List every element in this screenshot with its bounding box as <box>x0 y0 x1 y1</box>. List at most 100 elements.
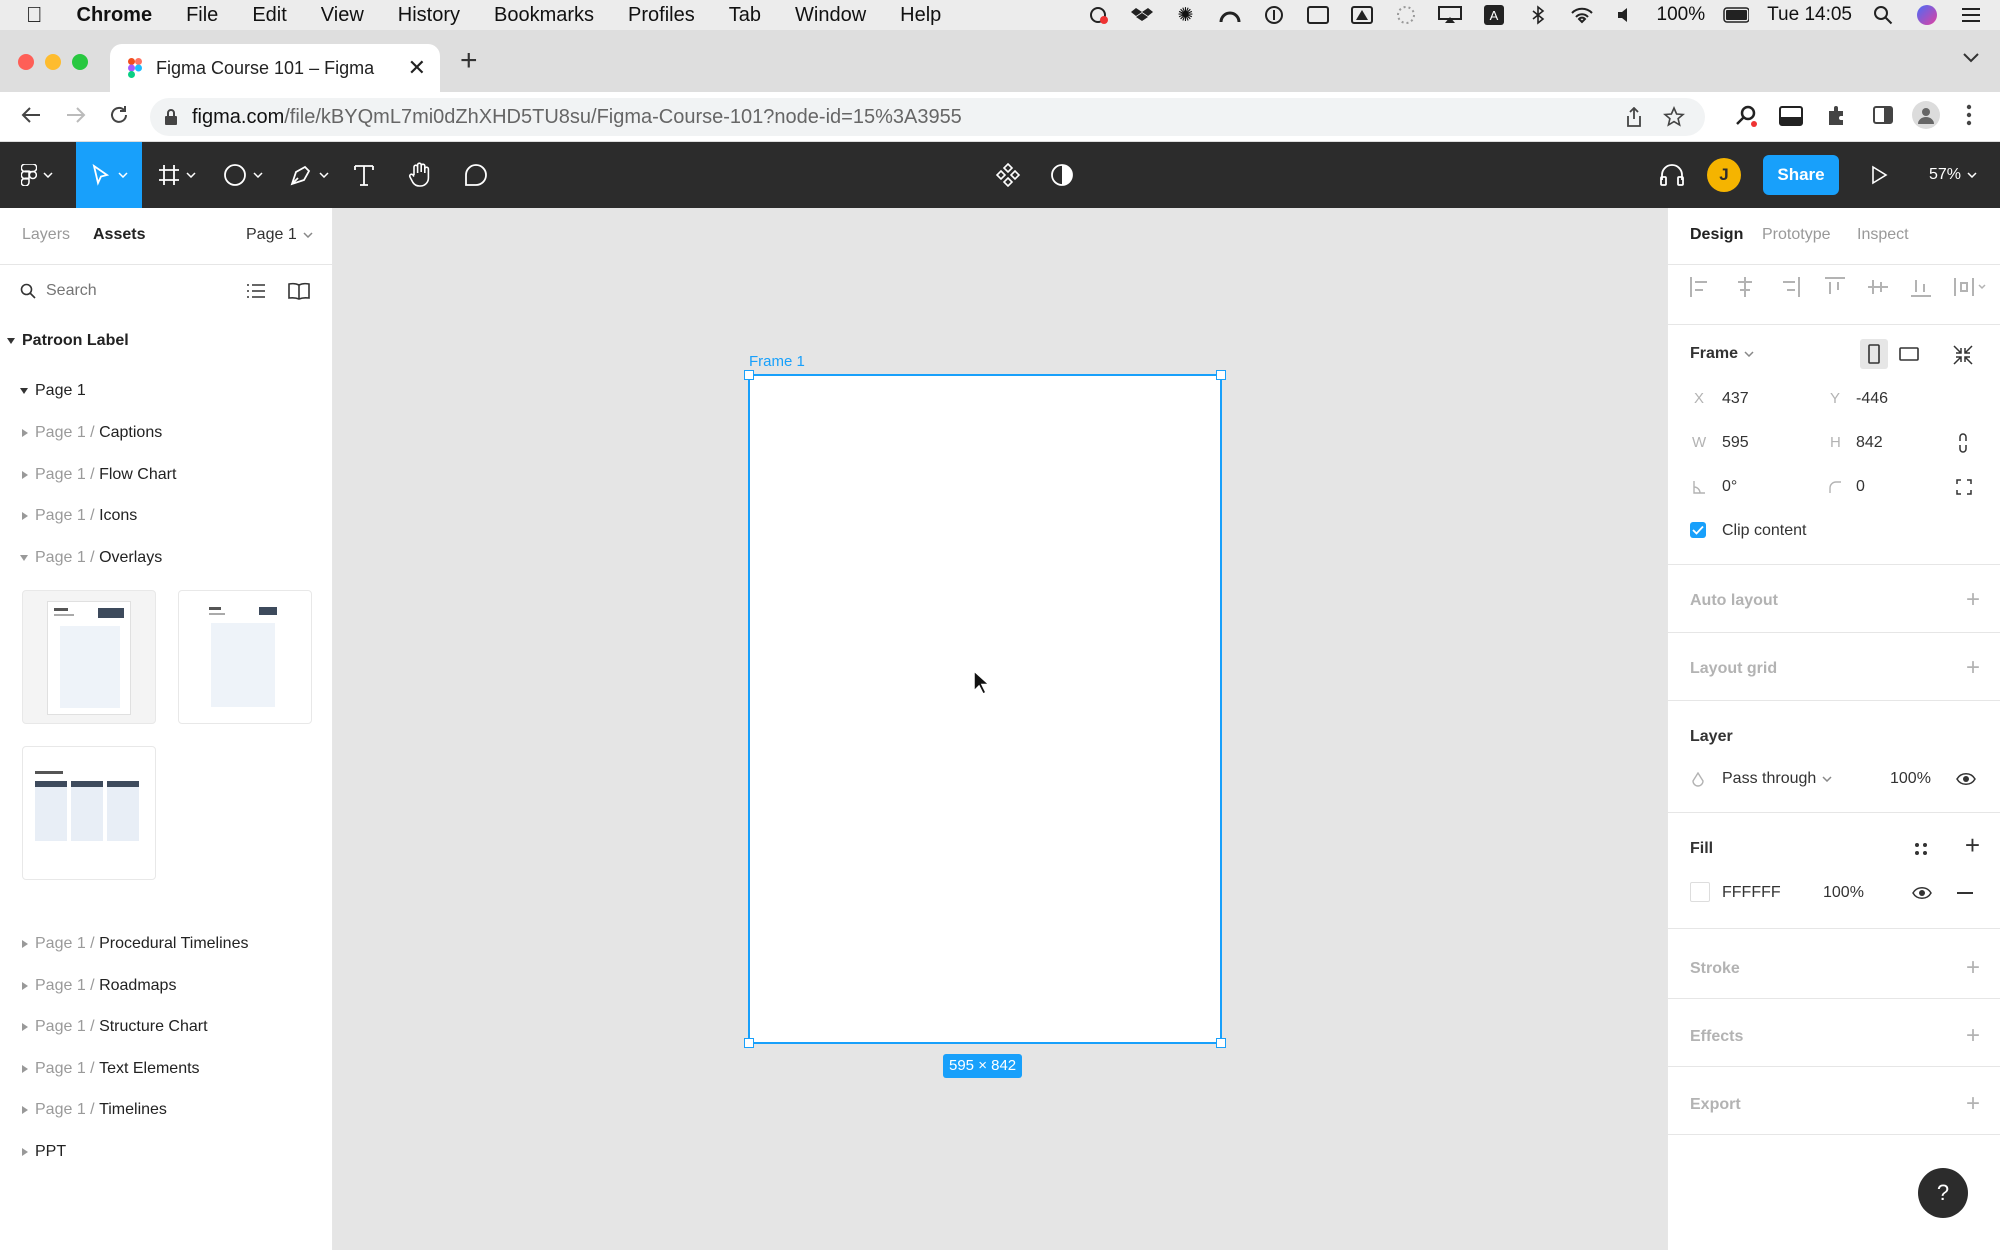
volume-icon[interactable] <box>1613 4 1639 26</box>
share-button[interactable]: Share <box>1763 155 1839 195</box>
browser-tab[interactable]: Figma Course 101 – Figma ✕ <box>110 44 440 92</box>
user-avatar-button[interactable]: J <box>1707 142 1741 208</box>
library-header[interactable]: Patroon Label <box>6 321 129 361</box>
tree-item-roadmaps[interactable]: Page 1 / Roadmaps <box>21 966 176 1006</box>
blend-mode-dropdown[interactable]: Pass through <box>1722 770 1832 788</box>
resize-handle[interactable] <box>744 1038 754 1048</box>
independent-corners-icon[interactable] <box>1956 479 1972 495</box>
apple-icon[interactable]:  <box>26 2 43 28</box>
tab-prototype[interactable]: Prototype <box>1762 226 1830 244</box>
tree-item-timelines[interactable]: Page 1 / Timelines <box>21 1090 167 1130</box>
frame-type-dropdown[interactable]: Frame <box>1690 345 1754 363</box>
reload-icon[interactable] <box>108 104 130 126</box>
forward-icon[interactable] <box>65 104 87 126</box>
align-right-icon[interactable] <box>1778 275 1802 299</box>
height-field[interactable]: 842 <box>1856 434 1883 452</box>
tree-item-procedural-timelines[interactable]: Page 1 / Procedural Timelines <box>21 924 248 964</box>
fill-hex-field[interactable]: FFFFFF <box>1722 884 1781 902</box>
canvas[interactable]: Frame 1 595 × 842 <box>333 208 1667 1250</box>
tree-item-flow-chart[interactable]: Page 1 / Flow Chart <box>21 455 176 495</box>
menu-tab[interactable]: Tab <box>729 4 761 27</box>
portrait-orientation-icon[interactable] <box>1860 339 1888 369</box>
tab-inspect[interactable]: Inspect <box>1857 226 1909 244</box>
landscape-orientation-icon[interactable] <box>1899 347 1919 361</box>
browser-menu-icon[interactable] <box>1966 104 1972 126</box>
add-layout-grid-icon[interactable]: + <box>1966 656 1980 680</box>
spotlight-search-icon[interactable] <box>1870 4 1896 26</box>
lock-icon[interactable] <box>164 108 178 126</box>
constrain-proportions-icon[interactable] <box>1957 432 1969 454</box>
clock[interactable]: Tue 14:05 <box>1767 4 1852 26</box>
layer-opacity-field[interactable]: 100% <box>1890 770 1931 788</box>
pen-tool-button[interactable] <box>286 142 332 208</box>
onepassword-icon[interactable] <box>1261 4 1287 26</box>
clip-content-checkbox[interactable] <box>1690 522 1706 538</box>
align-bottom-icon[interactable] <box>1909 275 1933 299</box>
close-window-button[interactable] <box>18 54 34 70</box>
text-tool-button[interactable] <box>348 142 380 208</box>
search-input[interactable] <box>46 278 226 304</box>
password-key-icon[interactable] <box>1734 104 1758 128</box>
asterisk-icon[interactable]: ✺ <box>1173 4 1199 26</box>
frame-name-label[interactable]: Frame 1 <box>749 353 805 370</box>
shape-tool-button[interactable] <box>220 142 266 208</box>
fill-opacity-field[interactable]: 100% <box>1823 884 1864 902</box>
tree-item-captions[interactable]: Page 1 / Captions <box>21 413 162 453</box>
bluetooth-icon[interactable] <box>1525 4 1551 26</box>
wifi-icon[interactable] <box>1569 4 1595 26</box>
zoom-menu-button[interactable]: 57% <box>1922 142 1984 208</box>
style-grid-icon[interactable] <box>1914 842 1928 856</box>
align-vertical-center-icon[interactable] <box>1866 275 1890 299</box>
side-panel-icon[interactable] <box>1872 104 1894 126</box>
present-button[interactable] <box>1866 142 1892 208</box>
resize-handle[interactable] <box>1216 370 1226 380</box>
theme-toggle-button[interactable] <box>1046 142 1078 208</box>
tree-item-structure-chart[interactable]: Page 1 / Structure Chart <box>21 1007 208 1047</box>
x-field[interactable]: 437 <box>1722 390 1749 408</box>
resize-handle[interactable] <box>744 370 754 380</box>
menu-history[interactable]: History <box>398 4 460 27</box>
bookmark-star-icon[interactable] <box>1663 106 1685 128</box>
y-field[interactable]: -446 <box>1856 390 1888 408</box>
dropbox-icon[interactable] <box>1129 4 1155 26</box>
comment-tool-button[interactable] <box>460 142 492 208</box>
menu-profiles[interactable]: Profiles <box>628 4 695 27</box>
tab-design[interactable]: Design <box>1690 226 1743 244</box>
back-icon[interactable] <box>20 104 42 126</box>
battery-icon[interactable] <box>1723 4 1750 26</box>
add-auto-layout-icon[interactable]: + <box>1966 588 1980 612</box>
minimize-window-button[interactable] <box>45 54 61 70</box>
audio-chat-button[interactable] <box>1656 142 1688 208</box>
add-effect-icon[interactable]: + <box>1966 1024 1980 1048</box>
align-top-icon[interactable] <box>1823 275 1847 299</box>
list-view-icon[interactable] <box>246 282 266 300</box>
width-field[interactable]: 595 <box>1722 434 1749 452</box>
add-fill-icon[interactable]: + <box>1965 832 1980 858</box>
control-center-icon[interactable] <box>1958 4 1984 26</box>
tree-item-overlays[interactable]: Page 1 / Overlays <box>19 538 162 578</box>
app-name-menu[interactable]: Chrome <box>77 4 153 27</box>
component-thumbnail[interactable] <box>178 590 312 724</box>
frame-1[interactable] <box>744 370 1226 1048</box>
align-left-icon[interactable] <box>1688 275 1712 299</box>
corner-radius-field[interactable]: 0 <box>1856 478 1865 496</box>
add-stroke-icon[interactable]: + <box>1966 956 1980 980</box>
align-horizontal-center-icon[interactable] <box>1733 275 1757 299</box>
input-source-icon[interactable]: A <box>1481 4 1507 26</box>
new-extension-icon[interactable] <box>1779 104 1805 128</box>
tab-layers[interactable]: Layers <box>22 226 70 244</box>
resize-handle[interactable] <box>1216 1038 1226 1048</box>
tree-item-icons[interactable]: Page 1 / Icons <box>21 496 137 536</box>
menu-help[interactable]: Help <box>900 4 941 27</box>
menu-edit[interactable]: Edit <box>252 4 286 27</box>
siri-icon[interactable] <box>1914 4 1940 26</box>
tab-search-chevron-icon[interactable] <box>1962 52 1980 64</box>
move-tool-button[interactable] <box>76 142 142 208</box>
frame-tool-button[interactable] <box>154 142 200 208</box>
tree-page-1[interactable]: Page 1 <box>19 371 86 411</box>
hand-tool-button[interactable] <box>404 142 436 208</box>
help-button[interactable]: ? <box>1918 1168 1968 1218</box>
rotation-field[interactable]: 0° <box>1722 478 1737 496</box>
new-tab-icon[interactable]: + <box>460 44 478 78</box>
component-thumbnail[interactable] <box>22 590 156 724</box>
